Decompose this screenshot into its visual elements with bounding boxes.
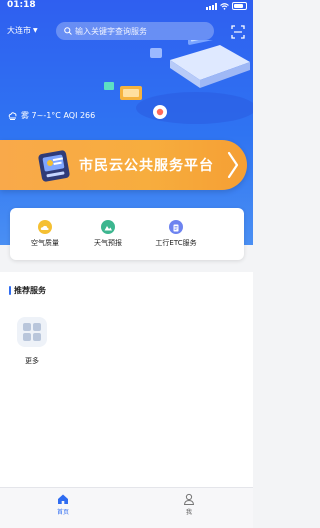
city-selector[interactable]: 大连市 ▼: [7, 25, 38, 36]
banner-title: 市民云公共服务平台: [79, 158, 214, 174]
fog-icon: [8, 111, 17, 120]
search-bar[interactable]: [56, 22, 214, 40]
search-icon: [64, 27, 72, 35]
city-label: 大连市: [7, 26, 31, 35]
user-icon: [183, 493, 195, 505]
tab-bar: 首页 我: [0, 487, 253, 528]
cloud-icon: [38, 220, 52, 234]
section-accent-bar: [9, 286, 11, 295]
quick-action-label: 空气质量: [31, 239, 59, 247]
tab-me-label: 我: [185, 509, 192, 516]
more-services-label: 更多: [25, 357, 39, 365]
platform-icon: [38, 150, 70, 182]
search-input[interactable]: [74, 26, 214, 36]
status-bar: 01:18: [0, 0, 253, 14]
weather-text: 雾 7~-1°C AQI 266: [21, 111, 96, 120]
quick-action-air-quality[interactable]: 空气质量: [10, 220, 80, 248]
quick-action-weather-forecast[interactable]: 天气预报: [73, 220, 143, 248]
wifi-icon: [220, 2, 229, 10]
document-icon: [169, 220, 183, 234]
quick-action-label: 天气预报: [94, 239, 122, 247]
quick-actions-card: 空气质量 天气预报 工行ETC服务: [10, 208, 244, 260]
tab-me[interactable]: 我: [169, 493, 209, 516]
top-row: 大连市 ▼: [0, 22, 253, 42]
chevron-right-icon: [227, 151, 239, 179]
status-icons: [206, 2, 247, 10]
status-time: 01:18: [7, 0, 36, 10]
quick-action-icbc-etc[interactable]: 工行ETC服务: [136, 220, 216, 248]
quick-action-label: 工行ETC服务: [155, 239, 197, 247]
tab-home-label: 首页: [56, 509, 69, 516]
section-title: 推荐服务: [14, 286, 46, 295]
signal-icon: [206, 2, 217, 10]
more-services-tile[interactable]: [17, 317, 47, 347]
city-services-illustration: [104, 40, 253, 124]
caret-down-icon: ▼: [33, 27, 38, 34]
citizen-cloud-banner[interactable]: 市民云公共服务平台: [0, 140, 247, 190]
scan-icon[interactable]: [231, 25, 245, 39]
weather-info: 雾 7~-1°C AQI 266: [8, 110, 95, 121]
home-icon: [58, 494, 68, 504]
battery-icon: [232, 2, 247, 10]
recommended-section: 推荐服务 更多: [0, 272, 253, 487]
weather-icon: [101, 220, 115, 234]
tab-home[interactable]: 首页: [43, 493, 83, 516]
